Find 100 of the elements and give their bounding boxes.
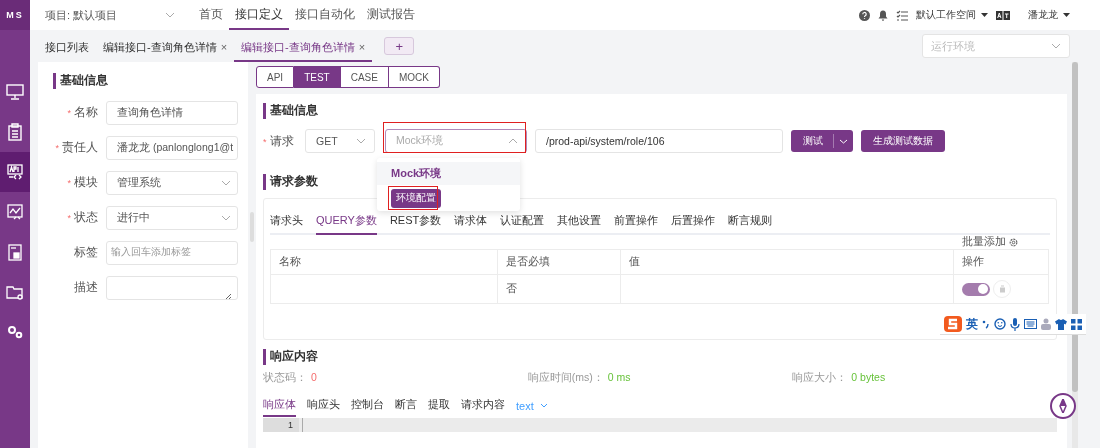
column-header: 是否必填 [497, 249, 621, 275]
chevron-icon [1051, 43, 1061, 49]
api-icon [7, 164, 23, 180]
params-tab[interactable]: QUERY参数 [316, 213, 377, 235]
params-tab[interactable]: REST参数 [389, 213, 442, 235]
select-field[interactable]: 管理系统 [106, 170, 238, 195]
params-tab[interactable]: 其他设置 [557, 213, 602, 235]
test-button[interactable]: 测试 [791, 130, 853, 152]
response-tab[interactable]: 请求内容 [461, 397, 505, 417]
mode-tab[interactable]: MOCK [388, 66, 440, 88]
settings-icon[interactable] [1009, 237, 1018, 247]
field-label: * 模块 [66, 175, 99, 190]
stat-label: 状态码： [263, 371, 307, 383]
response-tab[interactable]: 控制台 [351, 397, 384, 417]
stat-label: 响应时间(ms)： [527, 371, 604, 383]
grid-icon[interactable] [1071, 318, 1082, 330]
mode-tab[interactable]: CASE [340, 66, 389, 88]
section-title: 响应内容 [263, 348, 1057, 365]
params-tab[interactable]: 前置操作 [614, 213, 659, 235]
enable-toggle[interactable] [962, 282, 990, 296]
select-field[interactable]: 潘龙龙 (panlonglong1@t [106, 135, 238, 160]
help-icon[interactable] [859, 9, 870, 21]
chevron-icon [221, 214, 231, 221]
batch-add-link[interactable]: 批量添加 [962, 235, 1006, 249]
language-icon[interactable] [996, 10, 1010, 20]
app-logo[interactable]: MS [0, 0, 30, 30]
stat-label: 响应大小： [792, 371, 848, 383]
checklist-icon[interactable] [896, 9, 908, 21]
editor-tab[interactable]: 接口列表 [38, 34, 96, 62]
nav-tab[interactable]: 首页 [193, 0, 229, 30]
column-header: 操作 [953, 249, 1049, 275]
section-title: 基础信息 [263, 102, 1057, 119]
microphone-icon[interactable] [1010, 317, 1020, 331]
user-menu[interactable]: 潘龙龙 [1028, 8, 1070, 22]
trash-icon [998, 285, 1006, 293]
editor-tab[interactable]: 编辑接口-查询角色详情 × [234, 34, 373, 62]
punctuation-icon[interactable] [982, 319, 990, 329]
table-cell: 否 [497, 274, 621, 304]
nav-tab[interactable]: 测试报告 [361, 0, 421, 30]
chevron-icon [221, 179, 231, 186]
field-label: * 名称 [66, 105, 99, 120]
resize-icon [225, 292, 231, 299]
code-editor[interactable]: 1 [263, 418, 1057, 432]
document-icon [8, 243, 22, 261]
method-select[interactable]: GET [305, 129, 375, 153]
column-header: 值 [620, 249, 954, 275]
stat-value: 0 bytes [851, 371, 886, 383]
field-label: 描述 [73, 280, 99, 295]
caret-icon [1063, 13, 1070, 17]
input-mode-label[interactable]: 英 [966, 315, 978, 333]
add-tab-button[interactable]: + [384, 37, 415, 55]
nav-tab[interactable]: 接口自动化 [289, 0, 361, 30]
workspace-select[interactable]: 默认工作空间 [916, 8, 988, 22]
params-tab[interactable]: 请求头 [270, 213, 303, 235]
compass-icon [1058, 399, 1068, 413]
monitor-icon [6, 84, 24, 100]
params-tab[interactable]: 认证配置 [500, 213, 545, 235]
response-tab[interactable]: 断言 [395, 397, 417, 417]
dropdown-group-label: Mock环境 [377, 162, 520, 185]
gears-icon [6, 324, 24, 340]
response-tab[interactable]: 提取 [428, 397, 450, 417]
close-icon[interactable]: × [358, 41, 366, 53]
column-header: 名称 [270, 249, 498, 275]
mode-tab[interactable]: API [256, 66, 295, 88]
sidebar-item[interactable] [0, 152, 30, 192]
folder-icon [6, 284, 24, 300]
field-label: * 请求 [263, 133, 295, 149]
close-icon[interactable]: × [220, 41, 228, 53]
field-label: 标签 [73, 245, 99, 260]
text-field[interactable]: 查询角色详情 [106, 100, 238, 125]
field-label: * 责任人 [54, 140, 99, 155]
chart-icon [7, 204, 23, 220]
chevron-icon [839, 138, 848, 144]
chevron-icon [539, 403, 548, 408]
editor-tab[interactable]: 编辑接口-查询角色详情 × [96, 34, 235, 62]
select-field[interactable]: 进行中 [106, 205, 238, 230]
smiley-icon[interactable] [994, 318, 1006, 330]
url-field[interactable]: /prod-api/system/role/106 [535, 129, 783, 153]
params-tab[interactable]: 请求体 [454, 213, 488, 235]
clipboard-icon [8, 123, 22, 141]
project-select[interactable]: 项目: 默认项目 [45, 7, 183, 23]
keyboard-icon[interactable] [1024, 319, 1037, 329]
stat-value: 0 [311, 371, 317, 383]
chevron-icon [356, 138, 366, 144]
bell-icon[interactable] [878, 9, 888, 21]
params-tab[interactable]: 后置操作 [671, 213, 716, 235]
line-number: 1 [263, 418, 299, 432]
params-tab[interactable]: 断言规则 [728, 213, 773, 235]
section-title: 基础信息 [53, 72, 238, 89]
stat-value: 0 ms [607, 371, 631, 383]
chevron-icon [165, 12, 175, 18]
shirt-icon[interactable] [1055, 318, 1067, 330]
chevron-icon [508, 138, 518, 144]
mode-tab[interactable]: TEST [294, 66, 341, 88]
environment-config-button[interactable]: 环境配置 [391, 189, 441, 208]
field-label: * 状态 [66, 210, 99, 225]
generate-data-button[interactable]: 生成测试数据 [861, 130, 945, 152]
scrollbar-thumb[interactable] [1072, 62, 1078, 392]
response-tab[interactable]: 响应头 [307, 397, 340, 417]
caret-icon [981, 13, 988, 17]
